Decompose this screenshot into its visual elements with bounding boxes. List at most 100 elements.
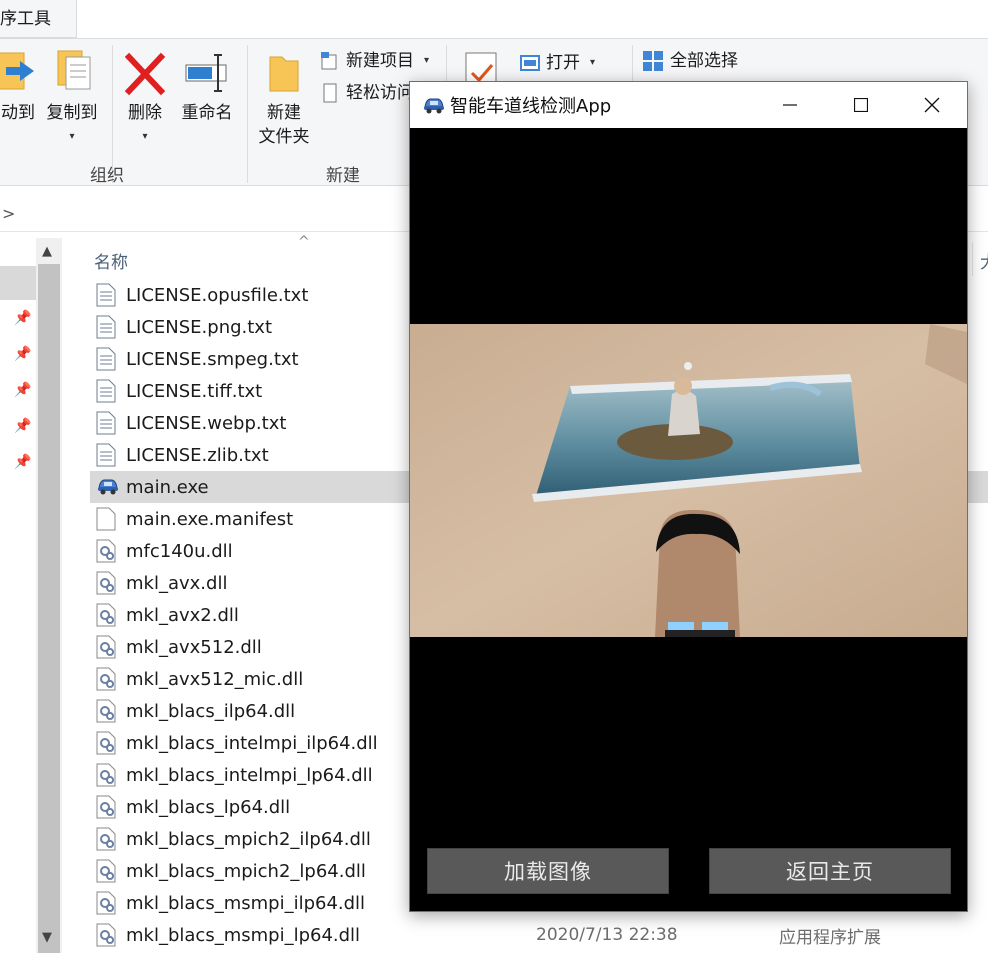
file-name: mkl_blacs_intelmpi_ilp64.dll <box>126 732 378 754</box>
dll-file-icon <box>96 539 118 563</box>
file-name: LICENSE.tiff.txt <box>126 380 263 402</box>
text-file-icon <box>96 283 118 307</box>
dll-file-icon <box>96 795 118 819</box>
car-app-icon <box>96 475 118 499</box>
new-folder-icon <box>269 56 299 92</box>
tab-app-tools[interactable]: 序工具 <box>0 0 77 38</box>
minimize-button[interactable] <box>754 82 826 128</box>
delete-x-icon <box>125 52 165 96</box>
delete-button[interactable]: 删除 ▾ <box>122 47 168 149</box>
app-title-bar[interactable]: 智能车道线检测App <box>410 82 967 128</box>
file-name: main.exe <box>126 476 209 498</box>
dll-file-icon <box>96 763 118 787</box>
maximize-icon <box>854 98 868 112</box>
column-separator[interactable] <box>972 242 973 276</box>
text-file-icon <box>96 379 118 403</box>
pin-icon[interactable]: 📌 <box>14 382 31 398</box>
car-app-icon <box>424 98 444 114</box>
app-window: 智能车道线检测App 加载图像 返回主页 <box>409 81 968 912</box>
move-to-icon <box>0 52 34 90</box>
new-item-caret-icon: ▾ <box>424 55 430 66</box>
nav-selected-item[interactable] <box>0 266 36 300</box>
copy-to-icon <box>57 50 91 90</box>
copy-to-label: 复制到 <box>46 103 98 123</box>
dll-file-icon <box>96 859 118 883</box>
delete-caret-icon: ▾ <box>142 131 148 142</box>
open-caret-icon: ▾ <box>590 57 596 68</box>
dll-file-icon <box>96 923 118 947</box>
pin-icon[interactable]: 📌 <box>14 346 31 362</box>
select-all-icon <box>643 51 663 71</box>
file-name: LICENSE.opusfile.txt <box>126 284 309 306</box>
file-name: mkl_blacs_intelmpi_lp64.dll <box>126 764 373 786</box>
navigation-pane: 📌 📌 📌 📌 📌 <box>0 238 38 953</box>
dll-file-icon <box>96 827 118 851</box>
delete-label: 删除 <box>128 103 162 123</box>
close-icon <box>924 97 940 113</box>
text-file-icon <box>96 443 118 467</box>
dll-file-icon <box>96 603 118 627</box>
move-to-button[interactable]: 动到 <box>0 47 40 125</box>
file-name: mkl_blacs_msmpi_lp64.dll <box>126 924 361 946</box>
nav-scrollbar[interactable]: ▲ ▼ <box>36 238 62 953</box>
new-folder-button[interactable]: 新建 文件夹 <box>254 47 314 149</box>
file-name: mkl_avx2.dll <box>126 604 239 626</box>
column-header-name[interactable]: 名称 <box>94 248 128 273</box>
maximize-button[interactable] <box>825 82 897 128</box>
load-image-button[interactable]: 加载图像 <box>427 848 669 894</box>
new-folder-label-1: 新建 <box>267 103 301 123</box>
file-type: 应用程序扩展 <box>779 927 881 948</box>
easy-access-button[interactable]: 轻松访问 <box>320 81 414 105</box>
new-folder-label-2: 文件夹 <box>258 127 310 147</box>
file-name: mkl_blacs_ilp64.dll <box>126 700 296 722</box>
copy-to-button[interactable]: 复制到 ▾ <box>42 47 102 149</box>
pin-icon[interactable]: 📌 <box>14 310 31 326</box>
dll-file-icon <box>96 635 118 659</box>
dll-file-icon <box>96 667 118 691</box>
file-name: LICENSE.smpeg.txt <box>126 348 299 370</box>
app-title: 智能车道线检测App <box>450 96 612 117</box>
scroll-down-icon[interactable]: ▼ <box>42 930 52 945</box>
camera-preview <box>410 324 967 637</box>
blank-file-icon <box>96 507 118 531</box>
file-row[interactable]: mkl_blacs_msmpi_lp64.dll 2020/7/13 22:38 应… <box>90 919 988 951</box>
file-name: mkl_blacs_lp64.dll <box>126 796 291 818</box>
back-home-button[interactable]: 返回主页 <box>709 848 951 894</box>
open-button[interactable]: 打开 ▾ <box>520 51 595 75</box>
dll-file-icon <box>96 699 118 723</box>
dll-file-icon <box>96 891 118 915</box>
scroll-up-icon[interactable]: ▲ <box>42 244 52 259</box>
open-icon <box>520 55 540 71</box>
pin-icon[interactable]: 📌 <box>14 418 31 434</box>
pin-icon[interactable]: 📌 <box>14 454 31 470</box>
group-label-new: 新建 <box>326 166 360 186</box>
file-name: mfc140u.dll <box>126 540 233 562</box>
file-name: mkl_avx.dll <box>126 572 228 594</box>
address-chevron-icon[interactable]: > <box>2 204 15 223</box>
select-all-label: 全部选择 <box>670 51 738 71</box>
group-label-organize: 组织 <box>90 166 124 186</box>
dll-file-icon <box>96 731 118 755</box>
column-header-size[interactable]: 大 <box>980 248 988 273</box>
open-label: 打开 <box>546 53 580 73</box>
file-name: mkl_blacs_msmpi_ilp64.dll <box>126 892 366 914</box>
new-item-button[interactable]: 新建项目 ▾ <box>320 49 429 73</box>
file-name: mkl_avx512.dll <box>126 636 262 658</box>
copy-to-caret-icon: ▾ <box>69 131 75 142</box>
move-to-label: 动到 <box>1 103 35 123</box>
text-file-icon <box>96 411 118 435</box>
file-name: LICENSE.webp.txt <box>126 412 287 434</box>
file-name: LICENSE.png.txt <box>126 316 273 338</box>
file-date: 2020/7/13 22:38 <box>536 925 678 945</box>
select-all-button[interactable]: 全部选择 <box>642 49 738 73</box>
file-name: LICENSE.zlib.txt <box>126 444 269 466</box>
close-button[interactable] <box>896 82 968 128</box>
file-name: mkl_blacs_mpich2_ilp64.dll <box>126 828 371 850</box>
rename-icon <box>185 54 227 92</box>
scrollbar-thumb[interactable] <box>38 264 60 953</box>
rename-button[interactable]: 重命名 <box>176 47 238 125</box>
ribbon-tab-bar: 序工具 <box>0 0 988 38</box>
new-item-label: 新建项目 <box>346 51 414 71</box>
file-name: mkl_avx512_mic.dll <box>126 668 304 690</box>
easy-access-icon <box>323 83 337 103</box>
